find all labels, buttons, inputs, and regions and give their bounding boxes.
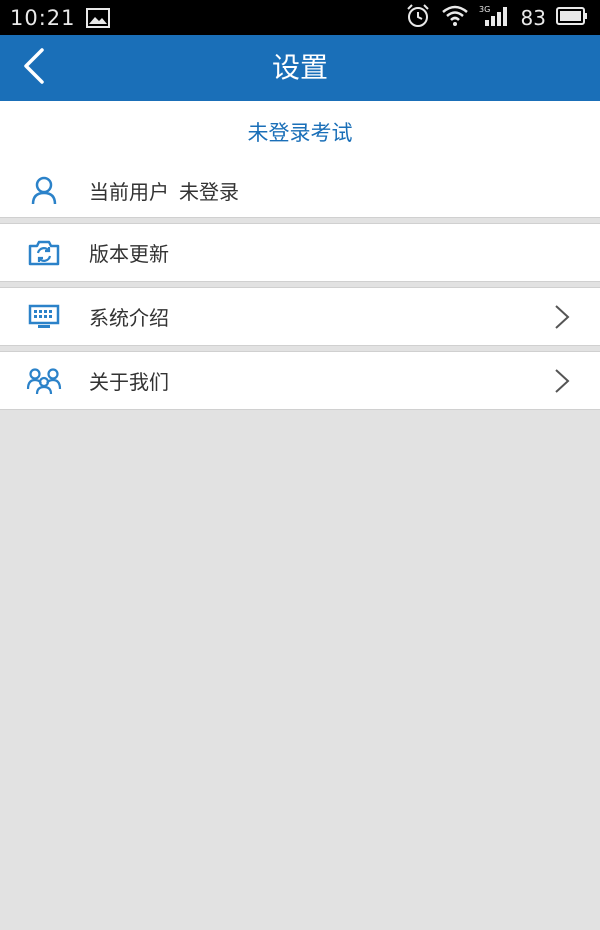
user-icon (26, 172, 62, 208)
menu-item-version-update[interactable]: 版本更新 (0, 224, 600, 282)
current-user-label: 当前用户 未登录 (89, 176, 239, 205)
3g-signal-icon: 3G (479, 4, 511, 32)
svg-text:3G: 3G (479, 5, 490, 14)
keyboard-icon (26, 299, 62, 335)
battery-level: 83 (520, 5, 546, 30)
chevron-right-icon (552, 303, 572, 331)
current-user-value: 未登录 (179, 179, 239, 204)
wifi-icon (441, 4, 469, 32)
battery-icon (556, 6, 588, 30)
back-arrow-icon (22, 48, 46, 88)
app-bar: 设置 (0, 35, 600, 101)
group-icon (26, 363, 62, 399)
menu-item-system-intro[interactable]: 系统介绍 (0, 288, 600, 346)
status-indicators: 3G 83 (405, 3, 588, 33)
menu-item-label: 版本更新 (89, 242, 169, 266)
back-button[interactable] (14, 48, 54, 88)
camera-refresh-icon (26, 235, 62, 271)
current-user-title: 当前用户 (89, 179, 169, 204)
image-icon (85, 7, 110, 28)
alarm-icon (405, 3, 431, 33)
login-exam-banner[interactable]: 未登录考试 (0, 101, 600, 163)
page-title: 设置 (271, 51, 328, 84)
status-bar: 10:21 3G 83 (0, 0, 600, 35)
status-time: 10:21 (10, 5, 76, 30)
menu-item-label: 系统介绍 (89, 306, 169, 330)
menu-item-label: 关于我们 (89, 370, 169, 394)
chevron-right-icon (552, 367, 572, 395)
menu-item-about-us[interactable]: 关于我们 (0, 352, 600, 410)
current-user-row: 当前用户 未登录 (0, 163, 600, 218)
settings-list: 未登录考试 当前用户 未登录 版本更新 系统介绍 关于我们 (0, 101, 600, 410)
